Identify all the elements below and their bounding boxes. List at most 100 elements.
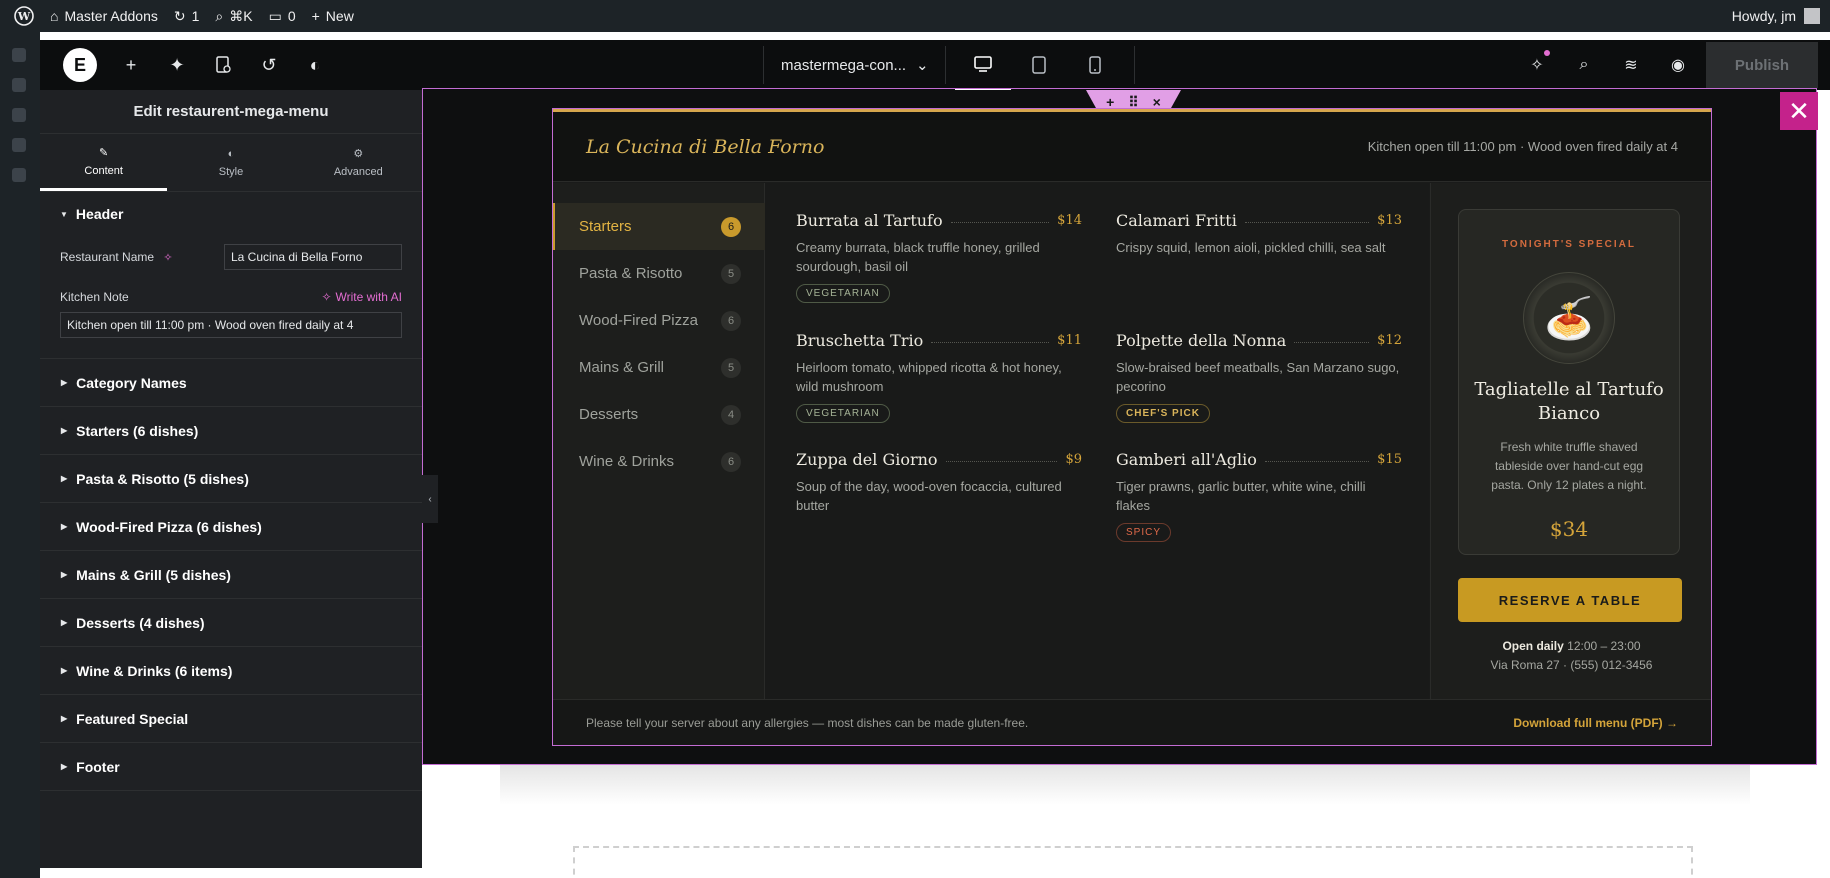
section-title: Mains & Grill (5 dishes)	[76, 566, 231, 583]
caret-right-icon: ▶	[61, 714, 68, 723]
section-desserts[interactable]: ▶ Desserts (4 dishes)	[40, 599, 422, 647]
caret-right-icon: ▶	[61, 378, 68, 387]
page-settings-icon[interactable]	[211, 53, 235, 77]
spicy-tag: SPICY	[1116, 523, 1172, 542]
preview-eye-icon[interactable]: ◉	[1666, 53, 1690, 77]
search-shortcut-link[interactable]: ⌕ ⌘K	[207, 0, 260, 32]
dietary-tag: VEGETARIAN	[796, 404, 890, 423]
dish-name: Bruschetta Trio	[796, 331, 924, 350]
dish-card[interactable]: Polpette della Nonna $12 Slow-braised bee…	[1116, 331, 1402, 423]
ai-sparkle-icon: ✧	[321, 290, 332, 304]
mobile-view-icon[interactable]	[1067, 40, 1123, 90]
gear-icon: ⚙	[353, 148, 364, 160]
close-icon[interactable]: ✕	[1780, 92, 1818, 130]
caret-right-icon: ▶	[61, 666, 68, 675]
collapse-panel-handle[interactable]: ‹	[422, 475, 438, 523]
dish-name: Burrata al Tartufo	[796, 211, 943, 230]
dish-card[interactable]: Calamari Fritti $13 Crispy squid, lemon a…	[1116, 211, 1402, 257]
tab-style[interactable]: ◐ Style	[167, 134, 294, 191]
new-label: New	[325, 8, 354, 24]
notification-dot	[1544, 50, 1550, 56]
updates-link[interactable]: ↻ 1	[166, 0, 208, 32]
tab-content[interactable]: ✎ Content	[40, 134, 168, 191]
editor-panel: Edit restaurent-mega-menu ✎ Content ◐ St…	[40, 90, 422, 868]
dish-card[interactable]: Bruschetta Trio $11 Heirloom tomato, whip…	[796, 331, 1082, 423]
caret-right-icon: ▶	[61, 762, 68, 771]
dotted-leader	[1264, 460, 1370, 462]
notifications-icon[interactable]: ✧	[1525, 53, 1549, 77]
category-count: 5	[721, 263, 741, 284]
dish-card[interactable]: Gamberi all'Aglio $15 Tiger prawns, garli…	[1116, 450, 1402, 542]
category-item-desserts[interactable]: Desserts 4	[553, 391, 765, 438]
container-shadow	[500, 765, 1750, 805]
tablet-view-icon[interactable]	[1011, 40, 1067, 90]
wordpress-logo-icon[interactable]: W	[6, 0, 42, 32]
write-with-ai-button[interactable]: ✧ Write with AI	[321, 290, 402, 304]
section-featured-special[interactable]: ▶ Featured Special	[40, 695, 422, 743]
caret-down-icon: ▼	[60, 209, 68, 219]
reserve-table-button[interactable]: RESERVE A TABLE	[1458, 578, 1682, 622]
section-header: ▼ Header Restaurant Name ✧ La Cucina di …	[40, 192, 422, 359]
section-starters[interactable]: ▶ Starters (6 dishes)	[40, 407, 422, 455]
hours-label: Open daily	[1502, 639, 1564, 653]
category-item-starters[interactable]: Starters 6	[553, 203, 765, 250]
restaurant-name-control: Restaurant Name ✧ La Cucina di Bella For…	[60, 244, 402, 270]
theme-drop-icon[interactable]: ◐	[303, 53, 327, 77]
search-icon[interactable]: ⌕	[1572, 53, 1596, 77]
section-title: Footer	[76, 758, 120, 775]
category-item-wine-drinks[interactable]: Wine & Drinks 6	[553, 438, 765, 485]
comments-link[interactable]: ▭ 0	[261, 0, 304, 32]
dish-card[interactable]: Zuppa del Giorno $9 Soup of the day, wood…	[796, 450, 1082, 515]
dish-card[interactable]: Burrata al Tartufo $14 Creamy burrata, bl…	[796, 211, 1082, 303]
history-icon[interactable]: ↺	[257, 53, 281, 77]
structure-layers-icon[interactable]: ≋	[1619, 53, 1643, 77]
section-title: Wine & Drinks (6 items)	[76, 662, 233, 679]
section-mains-grill[interactable]: ▶ Mains & Grill (5 dishes)	[40, 551, 422, 599]
control-label: Restaurant Name	[60, 250, 155, 264]
document-selector[interactable]: mastermega-con... ⌄	[781, 40, 929, 90]
toolbar-divider	[763, 46, 764, 84]
control-label: Kitchen Note	[60, 290, 129, 304]
publish-button[interactable]: Publish	[1706, 42, 1818, 88]
desktop-view-icon[interactable]	[955, 40, 1011, 90]
featured-special-card[interactable]: TONIGHT'S SPECIAL 🍝 Tagliatelle al Tartu…	[1458, 209, 1680, 555]
site-name-link[interactable]: ⌂ Master Addons	[42, 0, 166, 32]
account-menu[interactable]: Howdy, jm	[1732, 8, 1830, 24]
download-menu-link[interactable]: Download full menu (PDF) →	[1513, 716, 1678, 730]
section-category-names[interactable]: ▶ Category Names	[40, 359, 422, 407]
kitchen-note-input[interactable]: Kitchen open till 11:00 pm · Wood oven f…	[60, 312, 402, 338]
dish-name: Polpette della Nonna	[1116, 331, 1287, 350]
restaurant-name-input[interactable]: La Cucina di Bella Forno	[224, 244, 402, 270]
ai-sparkle-icon[interactable]: ✦	[165, 53, 189, 77]
elementor-logo-icon[interactable]: E	[63, 48, 97, 82]
section-title: Header	[75, 206, 124, 222]
category-item-mains-grill[interactable]: Mains & Grill 5	[553, 344, 765, 391]
special-description: Fresh white truffle shaved tableside ove…	[1491, 440, 1647, 492]
section-pasta-risotto[interactable]: ▶ Pasta & Risotto (5 dishes)	[40, 455, 422, 503]
category-count: 5	[721, 357, 741, 378]
ai-sparkle-icon[interactable]: ✧	[163, 252, 172, 264]
site-name-label: Master Addons	[64, 8, 158, 24]
caret-right-icon: ▶	[61, 474, 68, 483]
add-element-icon[interactable]: +	[119, 53, 143, 77]
section-wine-drinks[interactable]: ▶ Wine & Drinks (6 items)	[40, 647, 422, 695]
tab-label: Content	[84, 164, 123, 177]
caret-right-icon: ▶	[61, 570, 68, 579]
menu-icon	[12, 108, 26, 122]
menu-icon	[12, 78, 26, 92]
wp-admin-bar: W ⌂ Master Addons ↻ 1 ⌕ ⌘K ▭ 0 + New How…	[0, 0, 1830, 32]
section-wood-fired-pizza[interactable]: ▶ Wood-Fired Pizza (6 dishes)	[40, 503, 422, 551]
category-count: 6	[721, 451, 741, 472]
section-footer[interactable]: ▶ Footer	[40, 743, 422, 791]
opening-hours: Open daily 12:00 – 23:00 Via Roma 27 · (…	[1431, 637, 1712, 675]
new-content-link[interactable]: + New	[304, 0, 362, 32]
caret-right-icon: ▶	[61, 426, 68, 435]
empty-drop-zone[interactable]	[573, 846, 1693, 878]
category-item-pasta-risotto[interactable]: Pasta & Risotto 5	[553, 250, 765, 297]
panel-tabs: ✎ Content ◐ Style ⚙ Advanced	[40, 134, 422, 192]
kitchen-note: Kitchen open till 11:00 pm · Wood oven f…	[1367, 139, 1678, 154]
category-item-wood-fired-pizza[interactable]: Wood-Fired Pizza 6	[553, 297, 765, 344]
tab-advanced[interactable]: ⚙ Advanced	[295, 134, 422, 191]
search-shortcut-label: ⌘K	[229, 7, 253, 24]
section-header-toggle[interactable]: ▼ Header	[60, 206, 402, 222]
